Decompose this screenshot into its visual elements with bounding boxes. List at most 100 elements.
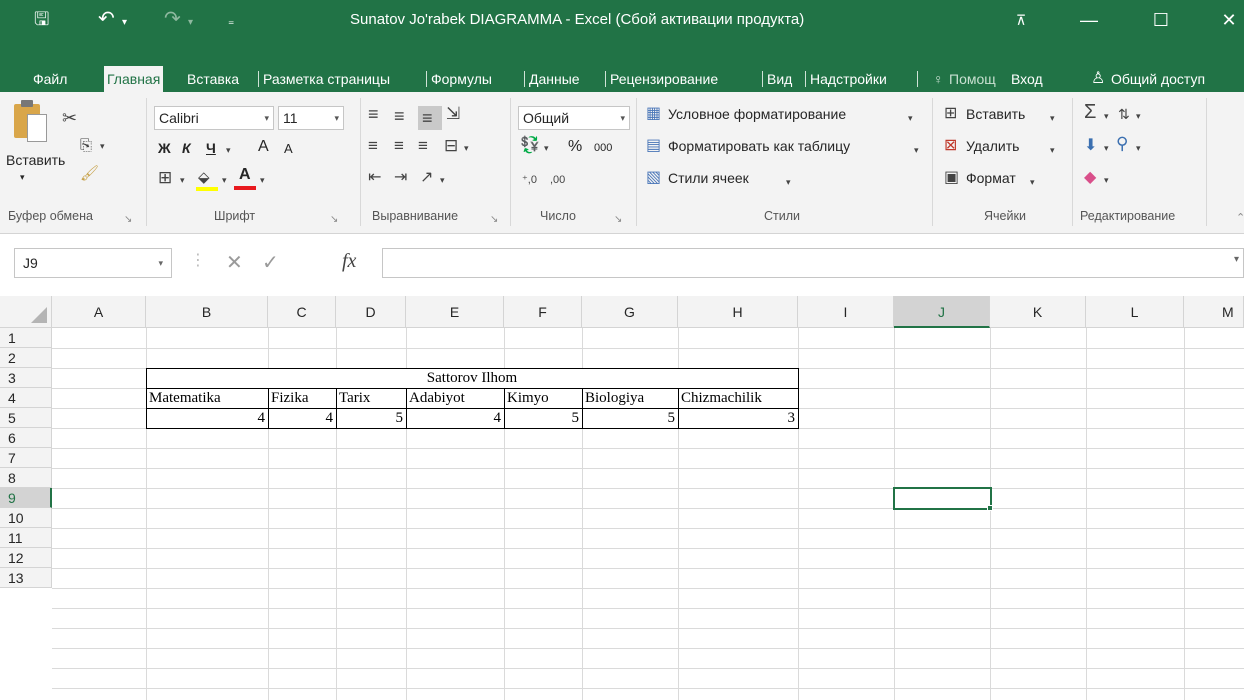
sort-filter-dropdown-icon[interactable]: ▾ (1136, 106, 1141, 126)
row-header[interactable]: 11 (0, 528, 52, 548)
clear-icon[interactable]: ◆ (1084, 168, 1096, 188)
grade-cell[interactable]: 5 (504, 408, 582, 428)
subject-cell[interactable]: Chizmachilik (678, 388, 798, 408)
chevron-down-icon[interactable]: ▾ (908, 108, 913, 128)
redo-dropdown-icon[interactable]: ▾ (188, 12, 193, 34)
undo-dropdown-icon[interactable]: ▾ (122, 12, 127, 34)
tell-me-icon[interactable]: ♀ (930, 68, 947, 92)
subject-cell[interactable]: Matematika (146, 388, 268, 408)
cell-styles-button[interactable]: Стили ячеек (668, 170, 749, 186)
autosum-icon[interactable]: Σ (1084, 102, 1096, 122)
row-header[interactable]: 3 (0, 368, 52, 388)
tab-addins[interactable]: Надстройки (807, 68, 890, 92)
fill-color-icon[interactable]: ⬙ (196, 168, 220, 192)
align-right-icon[interactable]: ≡ (418, 136, 428, 156)
autosum-dropdown-icon[interactable]: ▾ (1104, 106, 1109, 126)
insert-function-button[interactable]: fx (342, 250, 356, 273)
minimize-button[interactable]: — (1066, 0, 1112, 40)
format-as-table-icon[interactable]: ▤ (646, 136, 661, 156)
share-icon[interactable]: ♙ (1088, 68, 1108, 92)
chevron-down-icon[interactable]: ▾ (1050, 108, 1055, 128)
decrease-indent-icon[interactable]: ⇤ (368, 168, 381, 188)
collapse-ribbon-icon[interactable]: ⌃ (1236, 208, 1244, 228)
grade-cell[interactable]: 5 (336, 408, 406, 428)
subject-cell[interactable]: Tarix (336, 388, 406, 408)
select-all-button[interactable] (0, 296, 52, 328)
column-header[interactable]: A (52, 296, 146, 328)
dialog-launcher-icon[interactable]: ↘ (490, 210, 498, 230)
column-header[interactable]: C (268, 296, 336, 328)
align-center-icon[interactable]: ≡ (394, 136, 404, 156)
worksheet-grid[interactable]: A B C D E F G H I J K L M 1 2 3 4 5 6 7 … (0, 296, 1244, 700)
row-header-selected[interactable]: 9 (0, 488, 52, 508)
orientation-icon[interactable]: ↗ (420, 168, 433, 188)
font-size-select[interactable]: 11 ▾ (278, 106, 344, 130)
decrease-font-button[interactable]: A (284, 141, 293, 156)
enter-icon[interactable]: ✓ (262, 250, 279, 275)
row-header[interactable]: 5 (0, 408, 52, 428)
column-header-selected[interactable]: J (894, 296, 990, 328)
cell-styles-icon[interactable]: ▧ (646, 168, 661, 188)
find-dropdown-icon[interactable]: ▾ (1136, 138, 1141, 158)
column-header[interactable]: K (990, 296, 1086, 328)
comma-style-button[interactable]: 000 (594, 142, 612, 154)
sign-in-link[interactable]: Вход (1008, 68, 1046, 92)
subject-cell[interactable]: Adabiyot (406, 388, 504, 408)
chevron-down-icon[interactable]: ▾ (786, 172, 791, 192)
tab-data[interactable]: Данные (526, 68, 583, 92)
dialog-launcher-icon[interactable]: ↘ (330, 210, 338, 230)
orientation-dropdown-icon[interactable]: ▾ (440, 170, 445, 190)
save-icon[interactable]: 🖫 (34, 8, 49, 30)
delete-cells-icon[interactable]: ⊠ (944, 136, 957, 156)
chevron-down-icon[interactable]: ▾ (1050, 140, 1055, 160)
align-bottom-icon[interactable]: ≡ (418, 106, 442, 130)
share-button[interactable]: Общий доступ (1108, 68, 1208, 92)
tab-page-layout[interactable]: Разметка страницы (260, 68, 393, 92)
column-header[interactable]: D (336, 296, 406, 328)
paste-icon[interactable] (14, 100, 48, 144)
row-header[interactable]: 10 (0, 508, 52, 528)
copy-icon[interactable]: ⎘ (80, 136, 92, 156)
grade-cell[interactable]: 3 (678, 408, 798, 428)
row-header[interactable]: 1 (0, 328, 52, 348)
tab-file[interactable]: Файл (30, 68, 70, 92)
chevron-down-icon[interactable]: ▾ (914, 140, 919, 160)
grade-cell[interactable]: 4 (268, 408, 336, 428)
sort-filter-icon[interactable]: ⇅ (1118, 104, 1130, 124)
font-color-icon[interactable]: A (234, 166, 258, 192)
increase-decimal-icon[interactable]: ⁺,0 (522, 170, 537, 190)
name-box[interactable]: J9 ▾ (14, 248, 172, 278)
format-as-table-button[interactable]: Форматировать как таблицу (668, 138, 850, 154)
maximize-button[interactable]: ☐ (1138, 0, 1184, 40)
row-header[interactable]: 12 (0, 548, 52, 568)
ribbon-display-options-button[interactable]: ⊼ (998, 0, 1044, 40)
column-header[interactable]: F (504, 296, 582, 328)
customize-qat-icon[interactable]: ₌ (228, 10, 234, 32)
grade-cell[interactable]: 4 (406, 408, 504, 428)
cancel-icon[interactable]: ✕ (226, 250, 243, 275)
fill-dropdown-icon[interactable]: ▾ (222, 170, 227, 190)
subject-cell[interactable]: Fizika (268, 388, 336, 408)
format-cells-button[interactable]: Формат (966, 170, 1016, 186)
font-color-dropdown-icon[interactable]: ▾ (260, 170, 265, 190)
copy-dropdown-icon[interactable]: ▾ (100, 136, 105, 156)
expand-formula-icon[interactable]: ▾ (1234, 254, 1239, 265)
cut-icon[interactable]: ✂ (62, 108, 77, 128)
format-painter-icon[interactable]: 🖌 (80, 164, 99, 184)
tab-view[interactable]: Вид (764, 68, 795, 92)
fill-dropdown-icon[interactable]: ▾ (1104, 138, 1109, 158)
row-header[interactable]: 8 (0, 468, 52, 488)
underline-button[interactable]: Ч (206, 140, 216, 156)
tab-home[interactable]: Главная (104, 66, 164, 92)
row-header[interactable]: 13 (0, 568, 52, 588)
column-header[interactable]: B (146, 296, 268, 328)
wrap-text-icon[interactable]: ⇲ (446, 104, 460, 124)
delete-cells-button[interactable]: Удалить (966, 138, 1019, 154)
find-select-icon[interactable]: ⚲ (1116, 134, 1128, 154)
align-middle-icon[interactable]: ≡ (394, 106, 405, 126)
merge-dropdown-icon[interactable]: ▾ (464, 138, 469, 158)
increase-indent-icon[interactable]: ⇥ (394, 168, 407, 188)
undo-icon[interactable]: ↶ (98, 8, 115, 30)
column-header[interactable]: G (582, 296, 678, 328)
redo-icon[interactable]: ↷ (164, 8, 181, 30)
